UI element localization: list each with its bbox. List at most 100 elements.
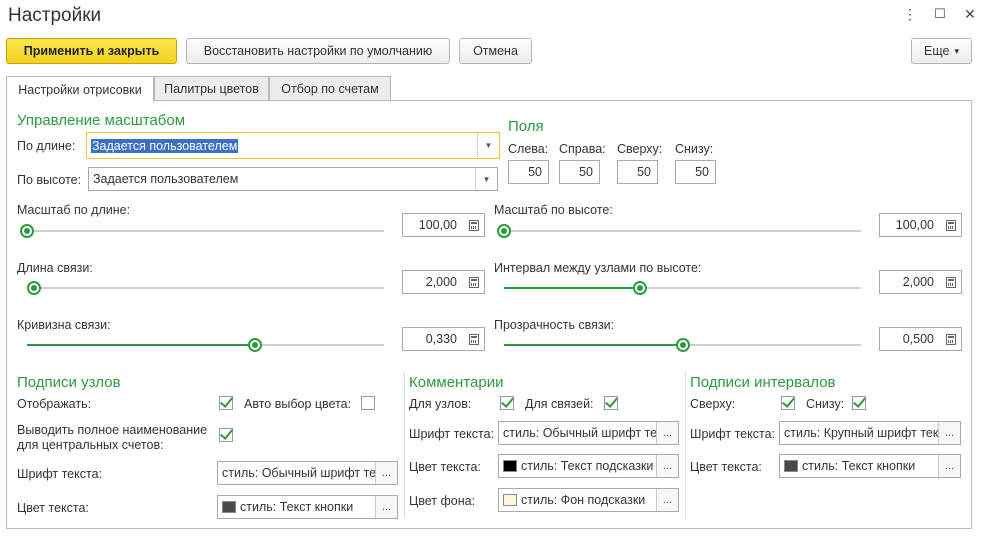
comments-color-field[interactable]: стиль: Текст подсказки ... bbox=[498, 454, 679, 478]
comments-color-label: Цвет текста: bbox=[409, 460, 481, 474]
interval-font-value: стиль: Крупный шрифт текста bbox=[784, 426, 938, 440]
comments-heading: Комментарии bbox=[409, 374, 504, 391]
by-height-select[interactable]: Задается пользователем ▼ bbox=[88, 167, 498, 191]
interval-font-field[interactable]: стиль: Крупный шрифт текста ... bbox=[779, 421, 961, 445]
slider-fill bbox=[504, 344, 683, 346]
margin-right-input[interactable]: 50 bbox=[559, 160, 600, 184]
margin-top-input[interactable]: 50 bbox=[617, 160, 658, 184]
node-interval-slider[interactable] bbox=[504, 281, 861, 295]
node-color-value: стиль: Текст кнопки bbox=[240, 500, 354, 514]
select-button[interactable]: ... bbox=[375, 496, 397, 518]
tab-render-settings[interactable]: Настройки отрисовки bbox=[6, 76, 154, 102]
comments-font-value: стиль: Обычный шрифт текста bbox=[503, 426, 656, 440]
calculator-icon[interactable] bbox=[463, 213, 485, 237]
auto-color-checkbox[interactable] bbox=[361, 396, 375, 410]
by-length-label: По длине: bbox=[17, 139, 76, 153]
calculator-icon[interactable] bbox=[940, 270, 962, 294]
more-menu-icon[interactable]: ⋮ bbox=[901, 6, 919, 23]
select-button[interactable]: ... bbox=[656, 455, 678, 477]
interval-color-value: стиль: Текст кнопки bbox=[802, 459, 916, 473]
by-length-select[interactable]: Задается пользователем ▼ bbox=[86, 132, 500, 159]
interval-top-label: Сверху: bbox=[690, 397, 736, 411]
tab-color-palettes[interactable]: Палитры цветов bbox=[154, 76, 269, 101]
slider-thumb[interactable] bbox=[248, 338, 262, 352]
interval-bottom-checkbox[interactable] bbox=[852, 396, 866, 410]
slider-thumb[interactable] bbox=[497, 224, 511, 238]
dropdown-arrow-icon[interactable]: ▼ bbox=[475, 168, 497, 190]
select-button[interactable]: ... bbox=[375, 462, 397, 484]
close-icon[interactable]: ✕ bbox=[961, 6, 979, 23]
comments-font-field[interactable]: стиль: Обычный шрифт текста ... bbox=[498, 421, 679, 445]
slider-thumb[interactable] bbox=[676, 338, 690, 352]
show-checkbox[interactable] bbox=[219, 396, 233, 410]
scale-height-label: Масштаб по высоте: bbox=[494, 203, 613, 217]
calculator-icon[interactable] bbox=[463, 270, 485, 294]
link-length-input[interactable]: 2,000 bbox=[402, 270, 464, 294]
for-nodes-checkbox[interactable] bbox=[500, 396, 514, 410]
margin-top-label: Сверху: bbox=[617, 142, 663, 156]
select-button[interactable]: ... bbox=[938, 455, 960, 477]
full-name-checkbox[interactable] bbox=[219, 428, 233, 442]
more-button[interactable]: Еще ▾ bbox=[911, 38, 972, 64]
maximize-icon[interactable]: ☐ bbox=[931, 6, 949, 22]
select-button[interactable]: ... bbox=[938, 422, 960, 444]
interval-top-checkbox[interactable] bbox=[781, 396, 795, 410]
calculator-icon[interactable] bbox=[463, 327, 485, 351]
slider-thumb[interactable] bbox=[27, 281, 41, 295]
node-font-label: Шрифт текста: bbox=[17, 467, 103, 481]
scale-control-heading: Управление масштабом bbox=[17, 112, 186, 129]
comments-color-value: стиль: Текст подсказки bbox=[521, 459, 654, 473]
for-nodes-label: Для узлов: bbox=[409, 397, 472, 411]
scale-height-slider[interactable] bbox=[497, 224, 861, 238]
full-name-label-line2: для центральных счетов: bbox=[17, 438, 164, 452]
link-length-slider[interactable] bbox=[27, 281, 384, 295]
node-interval-label: Интервал между узлами по высоте: bbox=[494, 261, 702, 275]
comments-font-label: Шрифт текста: bbox=[409, 427, 495, 441]
show-label: Отображать: bbox=[17, 397, 92, 411]
margin-right-label: Справа: bbox=[559, 142, 606, 156]
node-interval-input[interactable]: 2,000 bbox=[879, 270, 941, 294]
apply-and-close-button[interactable]: Применить и закрыть bbox=[6, 38, 177, 64]
comments-bg-field[interactable]: стиль: Фон подсказки ... bbox=[498, 488, 679, 512]
link-transparency-input[interactable]: 0,500 bbox=[879, 327, 941, 351]
restore-defaults-button[interactable]: Восстановить настройки по умолчанию bbox=[186, 38, 450, 64]
margin-bottom-label: Снизу: bbox=[675, 142, 714, 156]
by-length-value: Задается пользователем bbox=[91, 138, 239, 153]
scale-length-slider[interactable] bbox=[20, 224, 384, 238]
comments-bg-value: стиль: Фон подсказки bbox=[521, 493, 646, 507]
interval-color-field[interactable]: стиль: Текст кнопки ... bbox=[779, 454, 961, 478]
color-swatch bbox=[784, 460, 798, 472]
for-links-checkbox[interactable] bbox=[604, 396, 618, 410]
margin-bottom-input[interactable]: 50 bbox=[675, 160, 716, 184]
chevron-down-icon: ▾ bbox=[954, 45, 959, 56]
comments-bg-label: Цвет фона: bbox=[409, 494, 476, 508]
slider-thumb[interactable] bbox=[633, 281, 647, 295]
slider-thumb[interactable] bbox=[20, 224, 34, 238]
for-links-label: Для связей: bbox=[525, 397, 594, 411]
calculator-icon[interactable] bbox=[940, 327, 962, 351]
interval-labels-heading: Подписи интервалов bbox=[690, 374, 836, 391]
color-swatch bbox=[503, 494, 517, 506]
node-font-field[interactable]: стиль: Обычный шрифт текста ... bbox=[217, 461, 398, 485]
select-button[interactable]: ... bbox=[656, 489, 678, 511]
scale-length-label: Масштаб по длине: bbox=[17, 203, 131, 217]
node-color-field[interactable]: стиль: Текст кнопки ... bbox=[217, 495, 398, 519]
margin-left-label: Слева: bbox=[508, 142, 549, 156]
tab-account-filter[interactable]: Отбор по счетам bbox=[269, 76, 391, 101]
by-height-value: Задается пользователем bbox=[93, 172, 239, 186]
calculator-icon[interactable] bbox=[940, 213, 962, 237]
margins-heading: Поля bbox=[508, 118, 544, 135]
select-button[interactable]: ... bbox=[656, 422, 678, 444]
link-transparency-slider[interactable] bbox=[504, 338, 861, 352]
dropdown-arrow-icon[interactable]: ▼ bbox=[477, 133, 499, 158]
scale-length-input[interactable]: 100,00 bbox=[402, 213, 464, 237]
link-curvature-slider[interactable] bbox=[27, 338, 384, 352]
link-transparency-label: Прозрачность связи: bbox=[494, 318, 615, 332]
slider-fill bbox=[504, 287, 640, 289]
link-curvature-input[interactable]: 0,330 bbox=[402, 327, 464, 351]
cancel-button[interactable]: Отмена bbox=[459, 38, 532, 64]
margin-left-input[interactable]: 50 bbox=[508, 160, 549, 184]
scale-height-input[interactable]: 100,00 bbox=[879, 213, 941, 237]
node-labels-heading: Подписи узлов bbox=[17, 374, 121, 391]
node-color-label: Цвет текста: bbox=[17, 501, 89, 515]
